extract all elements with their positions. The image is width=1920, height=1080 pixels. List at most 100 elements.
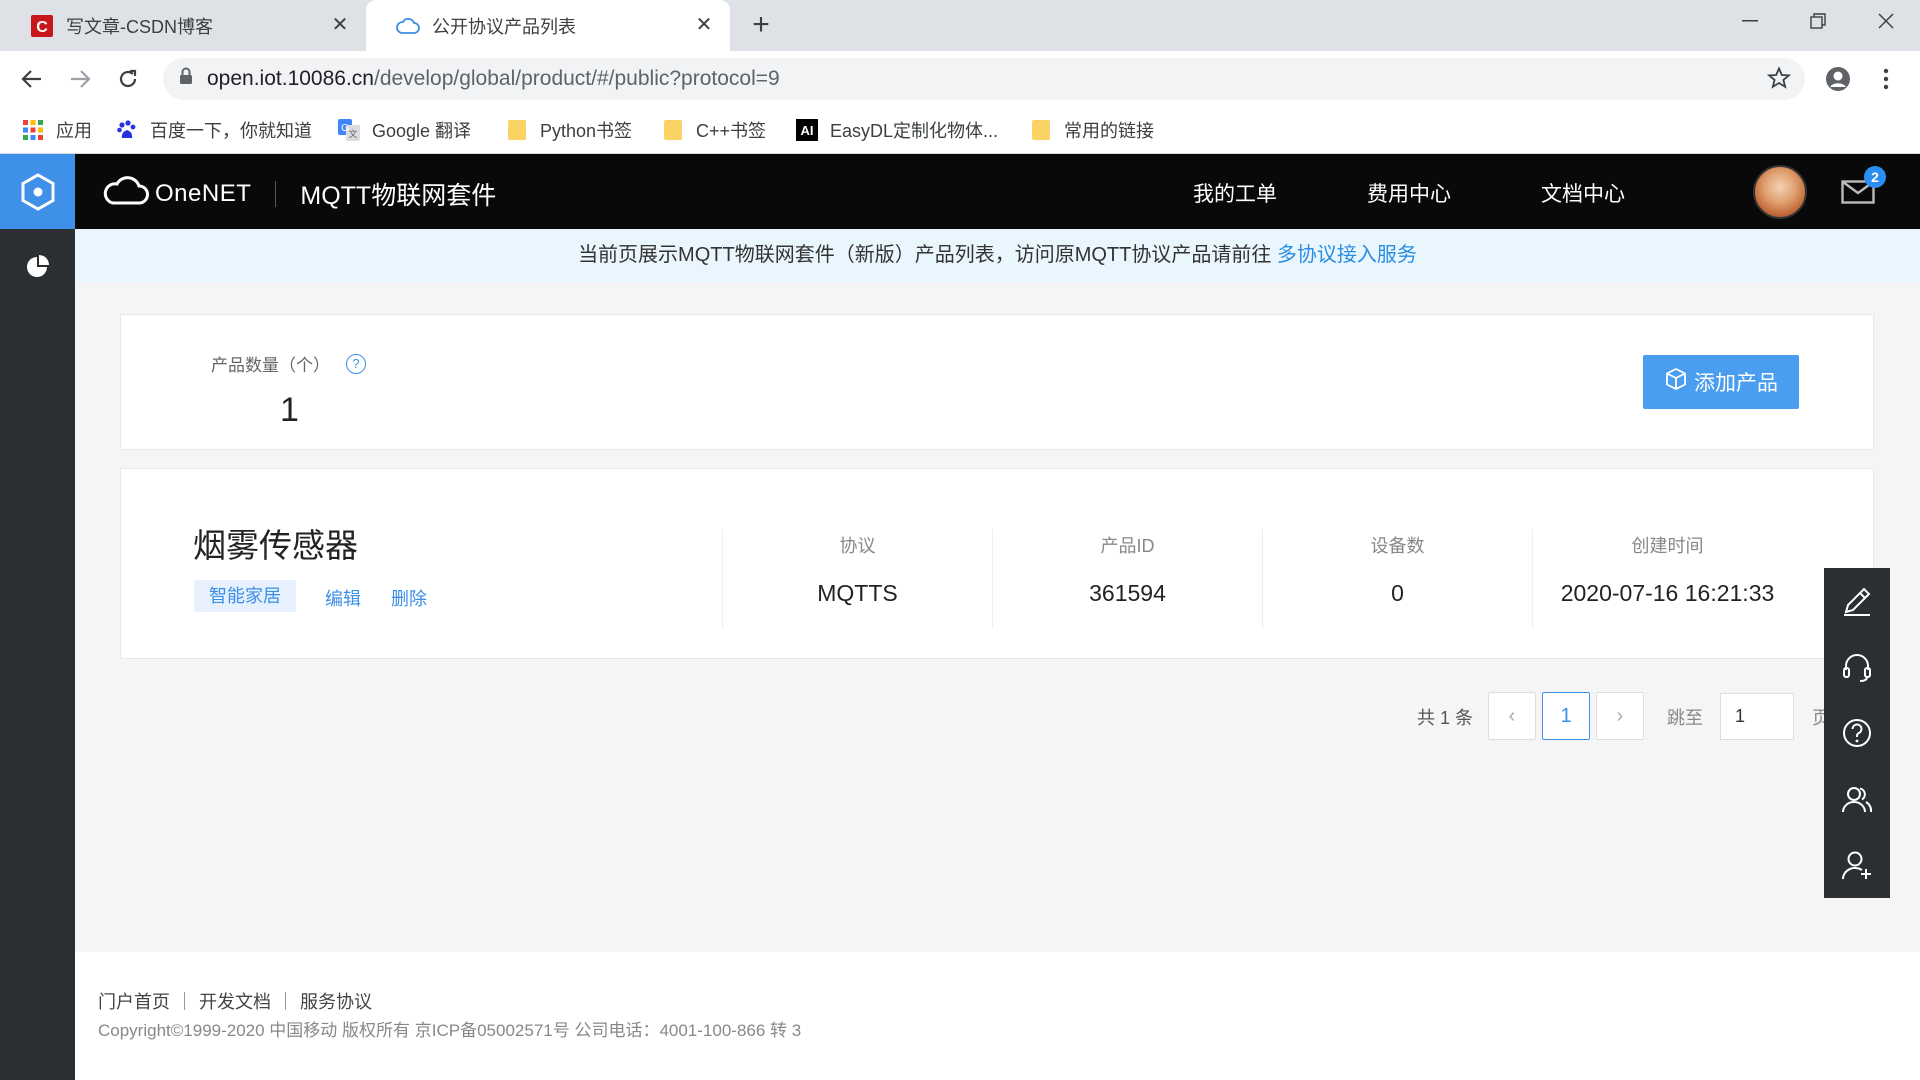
add-product-label: 添加产品 (1694, 372, 1778, 395)
address-bar[interactable]: open.iot.10086.cn/develop/global/product… (163, 58, 1805, 100)
close-tab-icon[interactable]: ✕ (692, 13, 716, 37)
prev-page-button[interactable]: ‹ (1488, 692, 1536, 740)
close-window-button[interactable] (1852, 0, 1920, 42)
footer-link-home[interactable]: 门户首页 (98, 988, 170, 1014)
column-header: 产品ID (1100, 536, 1155, 556)
brand[interactable]: OneNET MQTT物联网套件 (101, 174, 496, 213)
close-tab-icon[interactable]: ✕ (328, 13, 352, 37)
minimize-button[interactable] (1716, 0, 1784, 42)
bookmark-label: Google 翻译 (372, 121, 472, 141)
nav-my-tickets[interactable]: 我的工单 (1193, 178, 1277, 208)
footer-link-terms[interactable]: 服务协议 (300, 988, 372, 1014)
help-icon[interactable]: ? (346, 353, 366, 374)
folder-icon (1030, 119, 1052, 141)
bookmark-label: Python书签 (540, 121, 633, 141)
url-host: open.iot.10086.cn (207, 67, 374, 90)
ai-logo: AI (796, 119, 818, 141)
mail-badge: 2 (1864, 166, 1886, 188)
restore-button[interactable] (1784, 0, 1852, 42)
divider (184, 992, 185, 1010)
notice-link[interactable]: 多协议接入服务 (1277, 244, 1417, 266)
column-header: 创建时间 (1631, 536, 1704, 556)
bookmark-label: C++书签 (696, 121, 767, 141)
csdn-logo: C (30, 14, 54, 38)
bookmarks-bar: 应用 百度一下，你就知道 G文 Google 翻译 Python书签 C++书签… (0, 107, 1920, 154)
copyright: Copyright©1999-2020 中国移动 版权所有 京ICP备05002… (98, 1021, 802, 1040)
back-button[interactable] (14, 61, 50, 97)
tab-title: 公开协议产品列表 (432, 16, 576, 37)
jump-page-input[interactable]: 1 (1720, 693, 1794, 740)
avatar[interactable] (1753, 165, 1807, 219)
folder-icon (506, 119, 528, 141)
top-navigation: OneNET MQTT物联网套件 我的工单 费用中心 文档中心 2 (75, 154, 1920, 229)
app-sidebar (0, 154, 75, 1080)
product-count-card: 产品数量（个） ? 1 添加产品 (120, 314, 1874, 450)
page-footer: 门户首页 开发文档 服务协议 Copyright©1999-2020 中国移动 … (75, 952, 1920, 1080)
column-product-id: 产品ID 361594 (992, 529, 1262, 629)
divider (285, 992, 286, 1010)
product-card: 烟雾传感器 智能家居 编辑 删除 协议 MQTTS 产品ID 361594 设备… (120, 468, 1874, 659)
pencil-icon[interactable] (1824, 568, 1890, 634)
column-value: 2020-07-16 16:21:33 (1560, 580, 1775, 606)
add-product-button[interactable]: 添加产品 (1643, 355, 1799, 409)
browser-tab-csdn[interactable]: C 写文章-CSDN博客 ✕ (0, 0, 366, 51)
next-page-button[interactable]: › (1596, 692, 1644, 740)
menu-icon[interactable] (1868, 61, 1904, 97)
bookmark-apps[interactable]: 应用 (22, 117, 92, 143)
bookmark-label: EasyDL定制化物体... (830, 121, 999, 141)
cloud-icon (396, 14, 420, 38)
community-icon[interactable] (1824, 766, 1890, 832)
new-tab-button[interactable]: + (746, 10, 776, 41)
jump-label: 跳至 (1667, 708, 1703, 728)
bookmark-easydl[interactable]: AI EasyDL定制化物体... (796, 117, 998, 143)
suite-title: MQTT物联网套件 (300, 181, 497, 210)
floating-toolbar (1824, 568, 1890, 898)
pagination-total: 共 1 条 (1417, 708, 1474, 728)
page-number-button[interactable]: 1 (1542, 692, 1590, 740)
column-header: 协议 (839, 536, 876, 556)
column-value: 361594 (1089, 580, 1166, 606)
bookmark-star-icon[interactable] (1766, 66, 1792, 96)
delete-link[interactable]: 删除 (391, 585, 427, 611)
google-translate-icon: G文 (338, 119, 360, 141)
apps-grid-icon (22, 119, 44, 141)
bookmark-baidu[interactable]: 百度一下，你就知道 (116, 117, 312, 143)
cloud-logo-icon (101, 174, 149, 213)
count-label: 产品数量（个） (211, 356, 330, 375)
bookmark-label: 百度一下，你就知道 (150, 121, 312, 141)
svg-text:AI: AI (801, 123, 814, 138)
svg-text:文: 文 (348, 128, 357, 140)
product-tag: 智能家居 (194, 580, 296, 612)
nav-docs[interactable]: 文档中心 (1541, 178, 1625, 208)
baidu-paw-icon (116, 119, 138, 141)
bookmark-label: 应用 (56, 121, 92, 141)
bookmark-folder-python[interactable]: Python书签 (506, 117, 632, 143)
footer-link-docs[interactable]: 开发文档 (199, 988, 271, 1014)
profile-icon[interactable] (1820, 61, 1856, 97)
hexagon-logo-icon[interactable] (0, 154, 75, 229)
notice-banner: 当前页展示MQTT物联网套件（新版）产品列表，访问原MQTT协议产品请前往 多协… (75, 229, 1920, 282)
column-created-time: 创建时间 2020-07-16 16:21:33 (1532, 529, 1802, 629)
nav-billing[interactable]: 费用中心 (1367, 178, 1451, 208)
divider (275, 180, 277, 207)
product-name[interactable]: 烟雾传感器 (193, 519, 358, 567)
count-value: 1 (280, 391, 299, 429)
edit-link[interactable]: 编辑 (325, 585, 361, 611)
tab-title: 写文章-CSDN博客 (66, 16, 213, 37)
bookmark-google-translate[interactable]: G文 Google 翻译 (338, 117, 471, 143)
browser-tab-active[interactable]: 公开协议产品列表 ✕ (366, 0, 730, 51)
forward-button[interactable] (62, 61, 98, 97)
column-value: 0 (1391, 580, 1404, 606)
notice-text: 当前页展示MQTT物联网套件（新版）产品列表，访问原MQTT协议产品请前往 (578, 244, 1277, 266)
bookmark-folder-links[interactable]: 常用的链接 (1030, 117, 1154, 143)
reload-button[interactable] (110, 61, 146, 97)
bookmark-folder-cpp[interactable]: C++书签 (662, 117, 766, 143)
browser-tabbar: C 写文章-CSDN博客 ✕ 公开协议产品列表 ✕ + (0, 0, 1920, 51)
headset-icon[interactable] (1824, 634, 1890, 700)
pie-chart-icon[interactable] (0, 229, 75, 305)
count-label-row: 产品数量（个） ? (211, 351, 366, 376)
bookmark-label: 常用的链接 (1064, 121, 1154, 141)
add-user-icon[interactable] (1824, 832, 1890, 898)
question-icon[interactable] (1824, 700, 1890, 766)
browser-toolbar: open.iot.10086.cn/develop/global/product… (0, 51, 1920, 107)
